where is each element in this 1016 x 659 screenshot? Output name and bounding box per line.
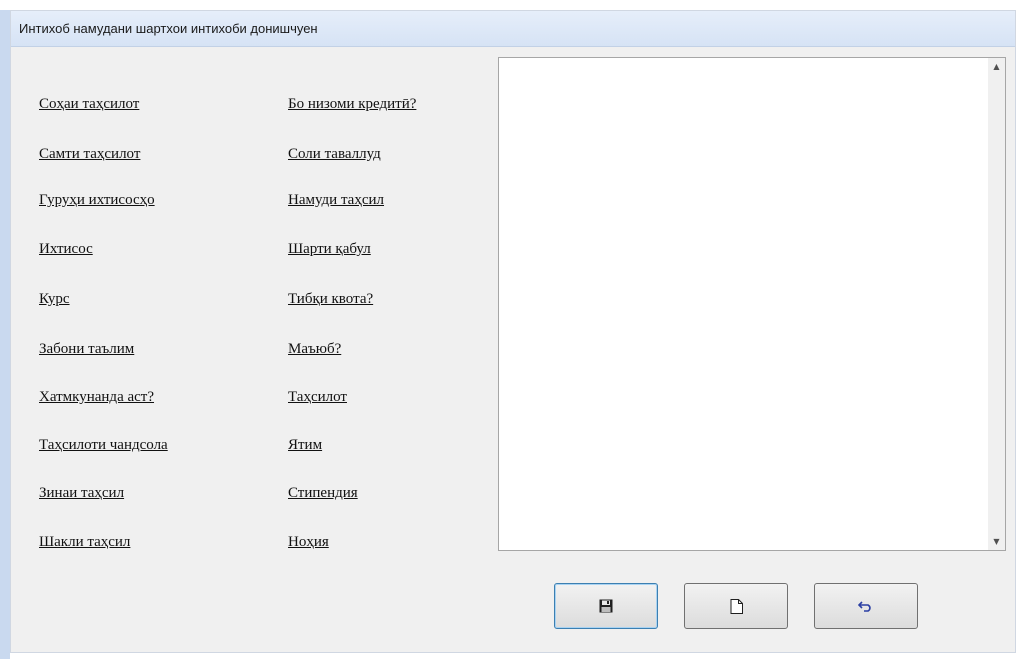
link-admission-terms[interactable]: Шарти қабул xyxy=(288,241,371,258)
link-orphan[interactable]: Ятим xyxy=(288,437,322,454)
undo-button[interactable] xyxy=(814,583,918,629)
window-frame-edge xyxy=(0,10,10,659)
link-disabled[interactable]: Маъюб? xyxy=(288,341,341,358)
link-is-graduate[interactable]: Хатмкунанда аст? xyxy=(39,389,154,406)
app-window: Интихоб намудани шартхои интихоби донишч… xyxy=(0,0,1016,659)
window-title: Интихоб намудани шартхои интихоби донишч… xyxy=(19,21,318,36)
new-document-button[interactable] xyxy=(684,583,788,629)
link-study-level[interactable]: Зинаи таҳсил xyxy=(39,485,124,502)
link-study-type[interactable]: Намуди таҳсил xyxy=(288,192,384,209)
save-button[interactable] xyxy=(554,583,658,629)
title-bar: Интихоб намудани шартхои интихоби донишч… xyxy=(11,11,1015,47)
link-multi-year-study[interactable]: Таҳсилоти чандсола xyxy=(39,437,168,454)
link-study-form[interactable]: Шакли таҳсил xyxy=(39,534,130,551)
link-credit-system[interactable]: Бо низоми кредитӣ? xyxy=(288,96,416,113)
link-quota[interactable]: Тибқи квота? xyxy=(288,291,373,308)
floppy-disk-icon xyxy=(599,599,613,613)
link-language-of-study[interactable]: Забони таълим xyxy=(39,341,134,358)
link-study-direction[interactable]: Самти таҳсилот xyxy=(39,146,140,163)
link-scholarship[interactable]: Стипендия xyxy=(288,485,358,502)
vertical-scrollbar[interactable]: ▲ ▼ xyxy=(988,58,1005,550)
blank-document-icon xyxy=(730,598,743,614)
scroll-up-arrow-icon[interactable]: ▲ xyxy=(988,58,1005,75)
link-birth-year[interactable]: Соли таваллуд xyxy=(288,146,381,163)
link-field-of-study[interactable]: Соҳаи таҳсилот xyxy=(39,96,139,113)
link-course[interactable]: Курс xyxy=(39,291,70,308)
selection-listbox[interactable]: ▲ ▼ xyxy=(498,57,1006,551)
undo-arrow-icon xyxy=(858,601,871,612)
selection-dialog: Интихоб намудани шартхои интихоби донишч… xyxy=(10,10,1016,653)
scroll-down-arrow-icon[interactable]: ▼ xyxy=(988,533,1005,550)
link-district[interactable]: Ноҳия xyxy=(288,534,329,551)
link-specialty-group[interactable]: Гуруҳи ихтисосҳо xyxy=(39,192,155,209)
link-specialty[interactable]: Ихтисос xyxy=(39,241,93,258)
link-education[interactable]: Таҳсилот xyxy=(288,389,347,406)
